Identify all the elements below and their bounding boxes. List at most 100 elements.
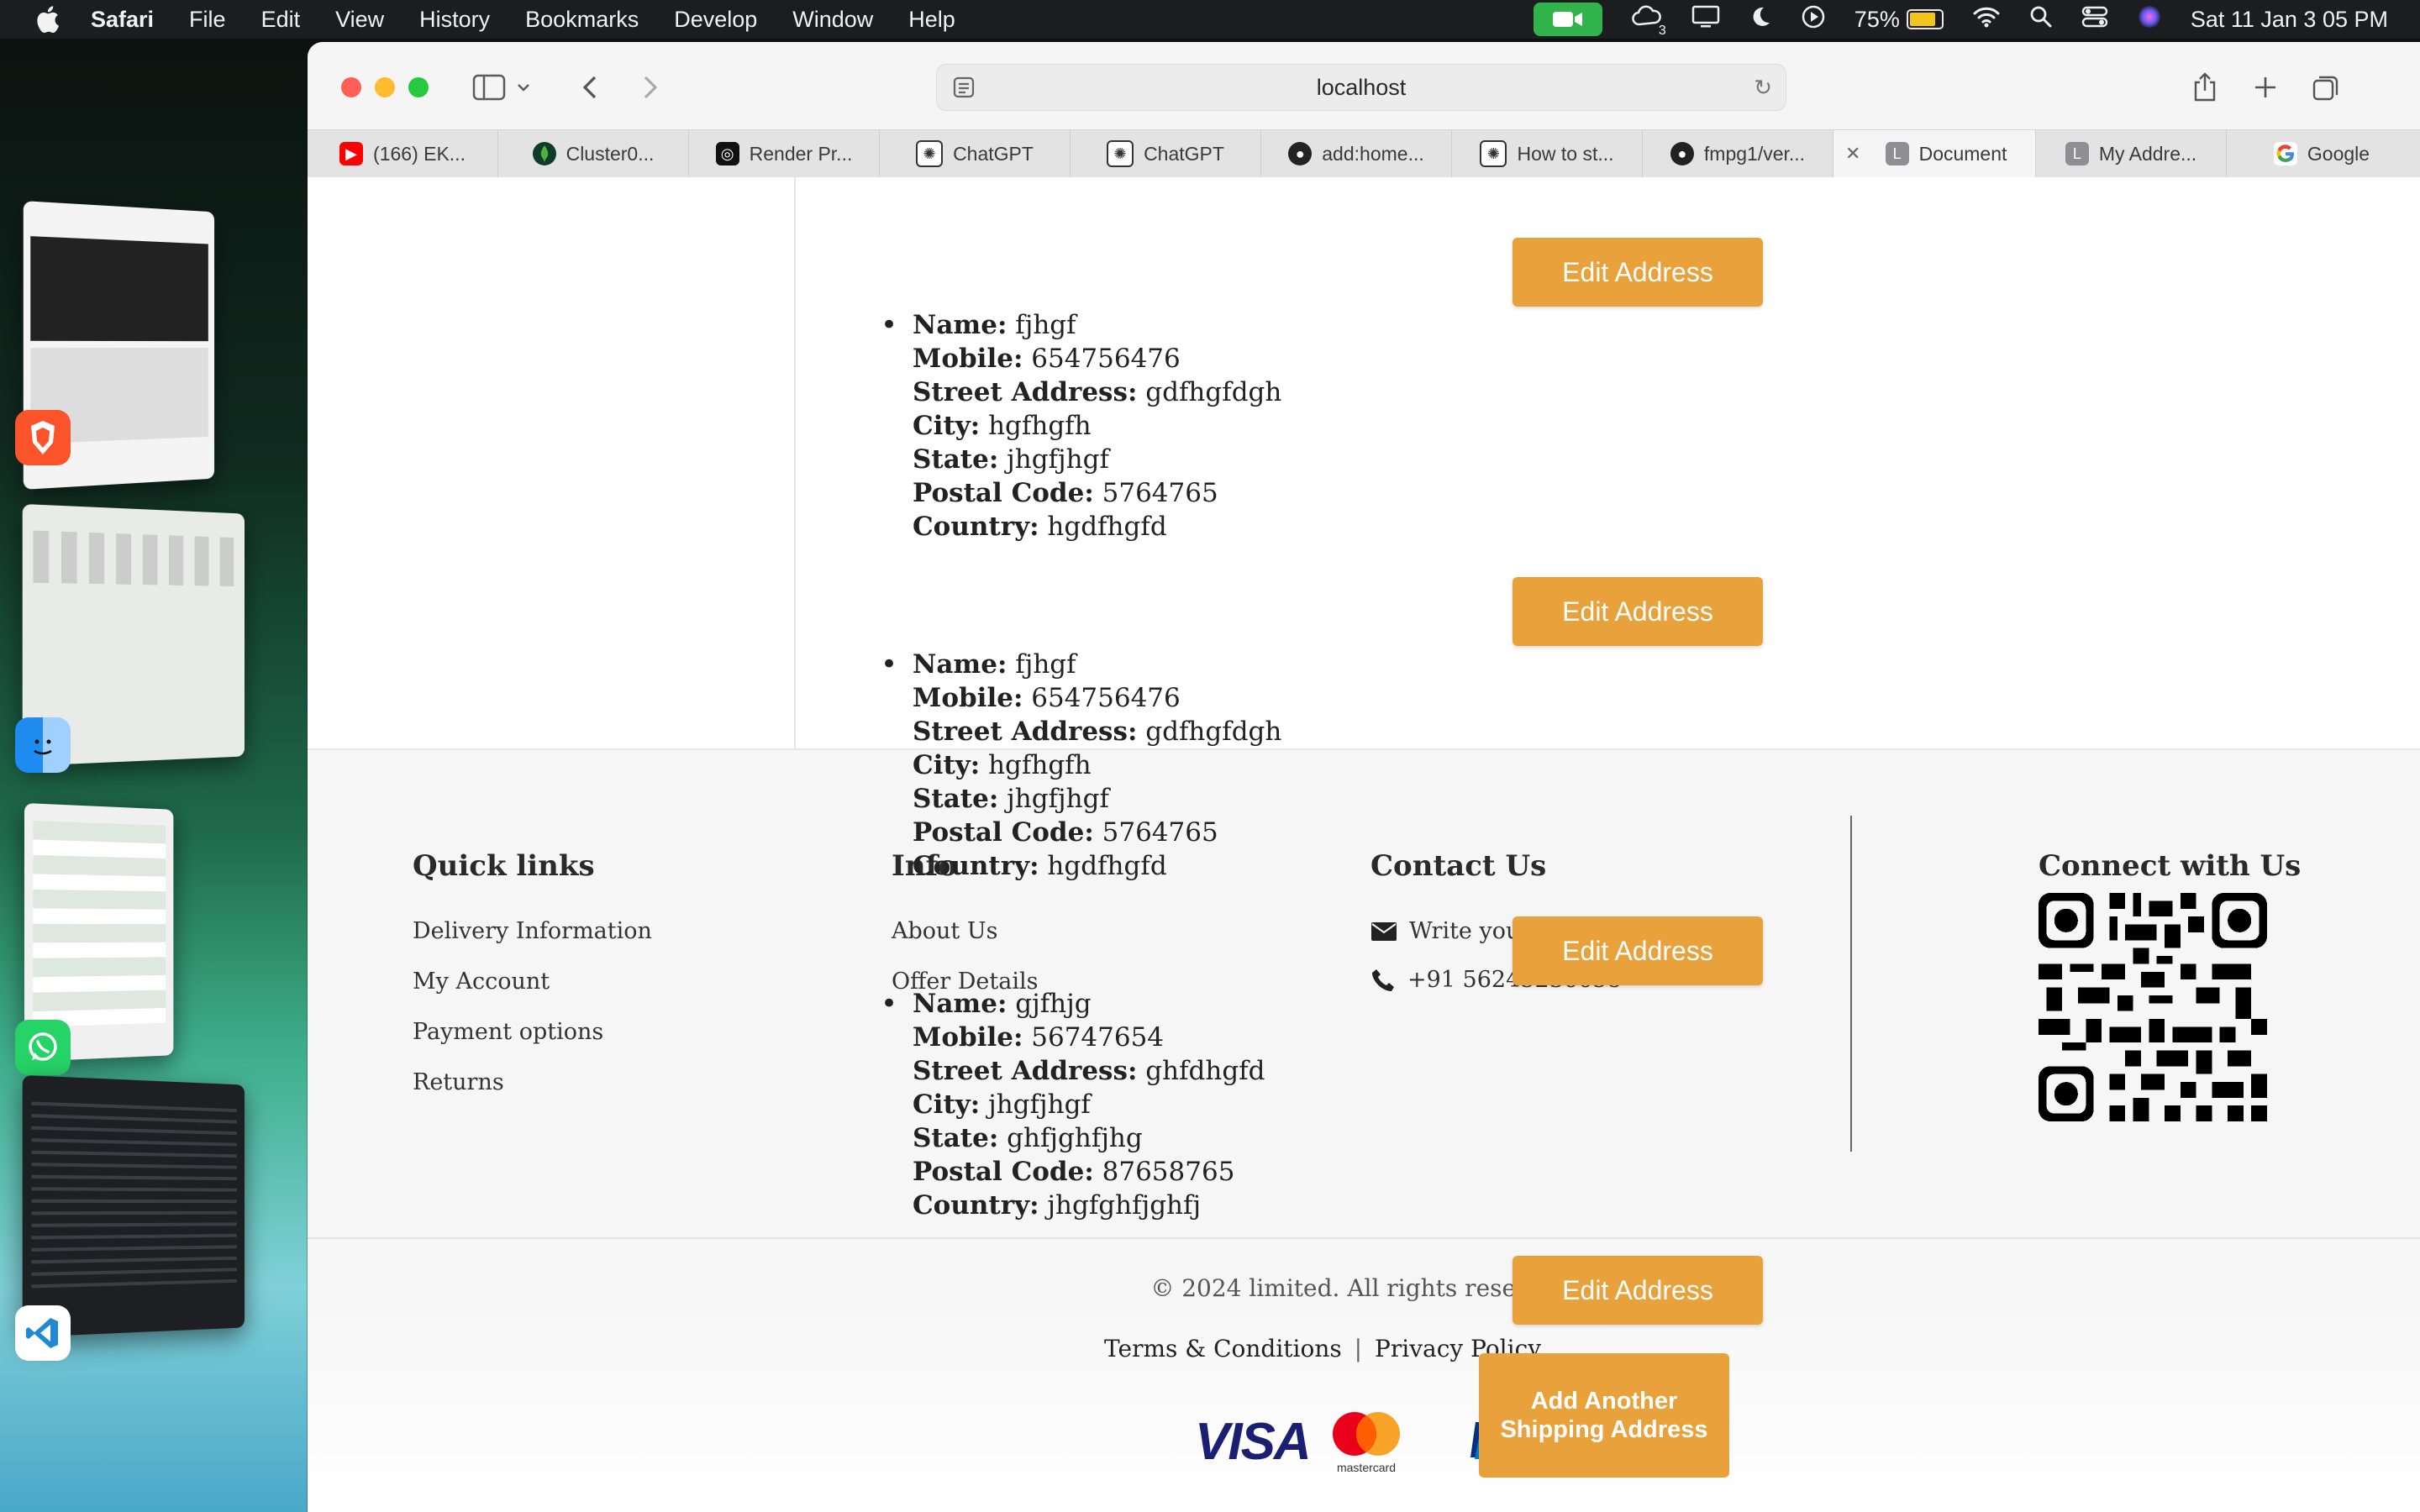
finder-icon[interactable] — [15, 717, 71, 773]
address-bar[interactable]: localhost ↻ — [936, 64, 1786, 111]
siri-icon[interactable] — [2137, 4, 2162, 35]
footer-horizontal-divider — [308, 1237, 2420, 1239]
tab-chatgpt-1[interactable]: ✺ ChatGPT — [880, 130, 1071, 177]
menu-bookmarks[interactable]: Bookmarks — [525, 7, 639, 33]
tab-render[interactable]: ◎ Render Pr... — [689, 130, 880, 177]
tab-label: ChatGPT — [953, 142, 1034, 165]
close-tab-icon[interactable]: ✕ — [1845, 143, 1860, 165]
tab-document[interactable]: ✕ L Document — [1833, 130, 2036, 177]
github-icon: ● — [1670, 142, 1694, 165]
contact-email[interactable]: Write you — [1370, 918, 1520, 944]
field-label: State: — [913, 1123, 999, 1153]
sidebar-toggle-icon[interactable] — [467, 66, 511, 109]
tab-label: (166) EK... — [373, 142, 466, 165]
legal-links: Terms & Conditions | Privacy Policy — [1104, 1335, 1541, 1362]
field-label: Name: — [913, 989, 1007, 1019]
tab-github-fmpg[interactable]: ● fmpg1/ver... — [1643, 130, 1833, 177]
display-icon[interactable] — [1691, 5, 1720, 34]
letter-l-icon: L — [1885, 142, 1909, 165]
tab-how-to[interactable]: ✺ How to st... — [1452, 130, 1643, 177]
footer-link-delivery[interactable]: Delivery Information — [413, 918, 652, 944]
tab-label: fmpg1/ver... — [1703, 142, 1806, 165]
footer-link-payment[interactable]: Payment options — [413, 1019, 603, 1045]
footer-link-about[interactable]: About Us — [892, 918, 997, 944]
menu-help[interactable]: Help — [908, 7, 955, 33]
menubar-clock[interactable]: Sat 11 Jan 3 05 PM — [2191, 7, 2388, 33]
edit-address-button[interactable]: Edit Address — [1512, 1256, 1763, 1325]
mongodb-icon — [532, 142, 556, 165]
address-card: • Name: gjfhjg Mobile: 56747654 Street A… — [881, 987, 1265, 1222]
footer-link-my-account[interactable]: My Account — [413, 969, 550, 995]
menu-file[interactable]: File — [189, 7, 226, 33]
tab-youtube[interactable]: ▶ (166) EK... — [308, 130, 498, 177]
mastercard-label: mastercard — [1336, 1461, 1397, 1474]
list-bullet: • — [881, 308, 898, 342]
stage-window-vscode[interactable] — [22, 1074, 245, 1338]
footer-link-returns[interactable]: Returns — [413, 1069, 504, 1095]
control-center-icon[interactable] — [2081, 5, 2108, 34]
menu-view[interactable]: View — [335, 7, 384, 33]
moon-focus-icon[interactable] — [1749, 5, 1772, 34]
field-label: Mobile: — [913, 683, 1023, 713]
battery-status[interactable]: 75% — [1854, 7, 1944, 33]
tab-overview-icon[interactable] — [2304, 66, 2348, 109]
back-button[interactable] — [568, 66, 612, 109]
field-label: Country: — [913, 851, 1039, 881]
notification-cloud-icon[interactable]: 3 — [1631, 4, 1666, 39]
menu-edit[interactable]: Edit — [261, 7, 301, 33]
tab-label: add:home... — [1322, 142, 1424, 165]
minimize-window-button[interactable] — [375, 77, 395, 97]
play-icon[interactable] — [1801, 4, 1826, 35]
menu-app-name[interactable]: Safari — [91, 7, 154, 33]
brave-browser-icon[interactable] — [15, 410, 71, 465]
field-label: City: — [913, 1089, 981, 1120]
share-icon[interactable] — [2183, 66, 2227, 109]
new-tab-icon[interactable] — [2244, 66, 2287, 109]
address-name: gjfhjg — [1015, 989, 1092, 1019]
tab-github-add-home[interactable]: ● add:home... — [1261, 130, 1452, 177]
tab-google[interactable]: Google — [2227, 130, 2417, 177]
address-country: hgdfhgfd — [1047, 851, 1167, 881]
terms-link[interactable]: Terms & Conditions — [1104, 1335, 1342, 1362]
zoom-window-button[interactable] — [408, 77, 429, 97]
chevron-down-icon[interactable] — [511, 66, 536, 109]
spotlight-search-icon[interactable] — [2029, 5, 2053, 34]
edit-address-button[interactable]: Edit Address — [1512, 577, 1763, 646]
menu-history[interactable]: History — [419, 7, 490, 33]
field-label: Country: — [913, 512, 1039, 542]
youtube-icon: ▶ — [339, 142, 364, 165]
field-label: State: — [913, 784, 999, 814]
menu-develop[interactable]: Develop — [674, 7, 757, 33]
field-label: Name: — [913, 649, 1007, 680]
address-postal: 5764765 — [1102, 478, 1218, 508]
address-state: jhgfjhgf — [1007, 444, 1109, 475]
edit-address-button[interactable]: Edit Address — [1512, 238, 1763, 307]
tab-mongodb[interactable]: Cluster0... — [498, 130, 689, 177]
tab-chatgpt-2[interactable]: ✺ ChatGPT — [1071, 130, 1261, 177]
add-shipping-address-button[interactable]: Add Another Shipping Address — [1479, 1353, 1729, 1478]
page-menu-icon[interactable] — [952, 76, 976, 105]
facetime-camera-icon[interactable] — [1533, 3, 1602, 36]
address-mobile: 654756476 — [1031, 344, 1181, 374]
menu-window[interactable]: Window — [792, 7, 873, 33]
reload-icon[interactable]: ↻ — [1754, 75, 1772, 101]
apple-menu-icon[interactable] — [32, 4, 62, 34]
field-label: Postal Code: — [913, 1157, 1094, 1187]
whatsapp-icon[interactable] — [15, 1020, 71, 1075]
tab-label: Document — [1918, 142, 2007, 165]
address-city: jhgfjhgf — [988, 1089, 1091, 1120]
tab-label: Google — [2307, 142, 2370, 165]
address-city: hgfhgfh — [988, 411, 1092, 441]
battery-icon — [1906, 9, 1944, 29]
mastercard-logo: mastercard — [1331, 1410, 1415, 1474]
forward-button[interactable] — [629, 66, 672, 109]
wifi-icon[interactable] — [1972, 6, 2001, 34]
footer-vertical-divider — [1850, 816, 1852, 1152]
edit-address-button[interactable]: Edit Address — [1512, 916, 1763, 985]
vscode-icon[interactable] — [15, 1305, 71, 1361]
address-card: • Name: fjhgf Mobile: 654756476 Street A… — [881, 648, 1281, 883]
connect-heading: Connect with Us — [2039, 849, 2302, 883]
tab-my-addresses[interactable]: L My Addre... — [2036, 130, 2227, 177]
close-window-button[interactable] — [341, 77, 361, 97]
tab-bar: ▶ (166) EK... Cluster0... ◎ Render Pr...… — [308, 129, 2420, 178]
